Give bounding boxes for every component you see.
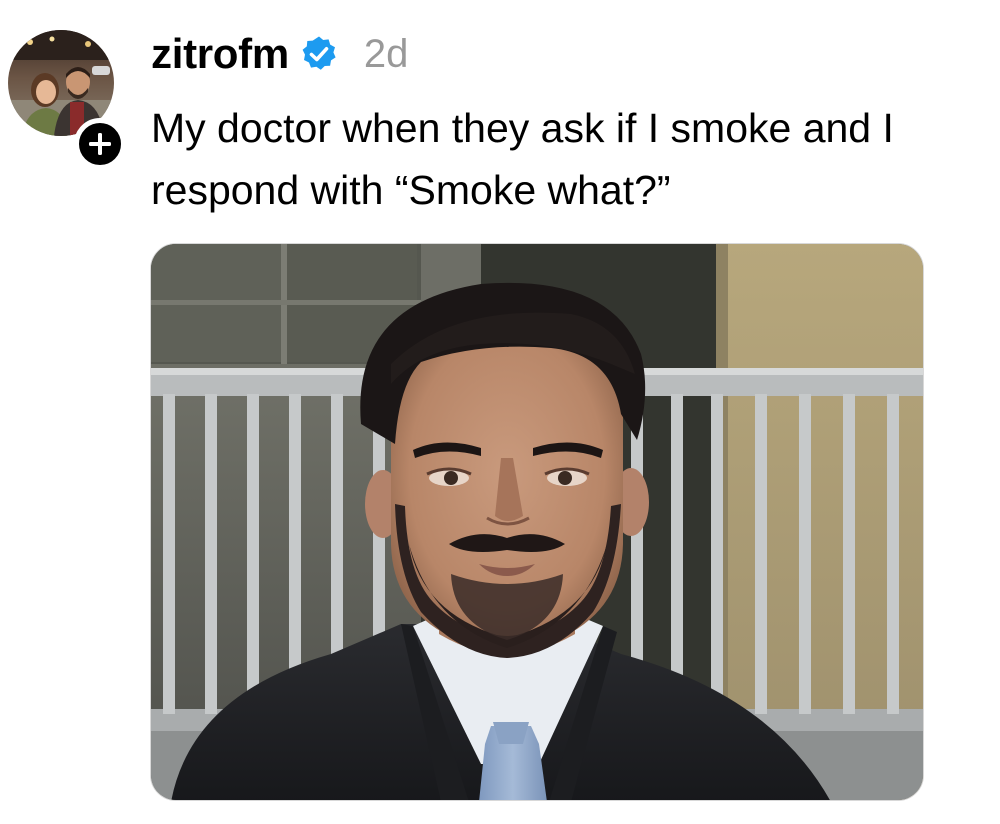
photo-illustration <box>151 244 923 800</box>
avatar-container <box>8 30 126 170</box>
thread-post: zitrofm 2d My doctor when they ask if I … <box>0 0 1000 824</box>
plus-icon <box>89 133 111 155</box>
post-timestamp[interactable]: 2d <box>364 32 409 77</box>
post-media-image[interactable] <box>150 243 924 801</box>
follow-button[interactable] <box>74 118 126 170</box>
verified-badge-icon <box>300 35 338 73</box>
post-text: My doctor when they ask if I smoke and I… <box>151 97 1000 221</box>
post-text-line: respond with “Smoke what?” <box>151 167 671 213</box>
username[interactable]: zitrofm <box>151 30 289 78</box>
post-header: zitrofm 2d <box>151 26 408 82</box>
post-text-line: My doctor when they ask if I smoke and I <box>151 105 894 151</box>
